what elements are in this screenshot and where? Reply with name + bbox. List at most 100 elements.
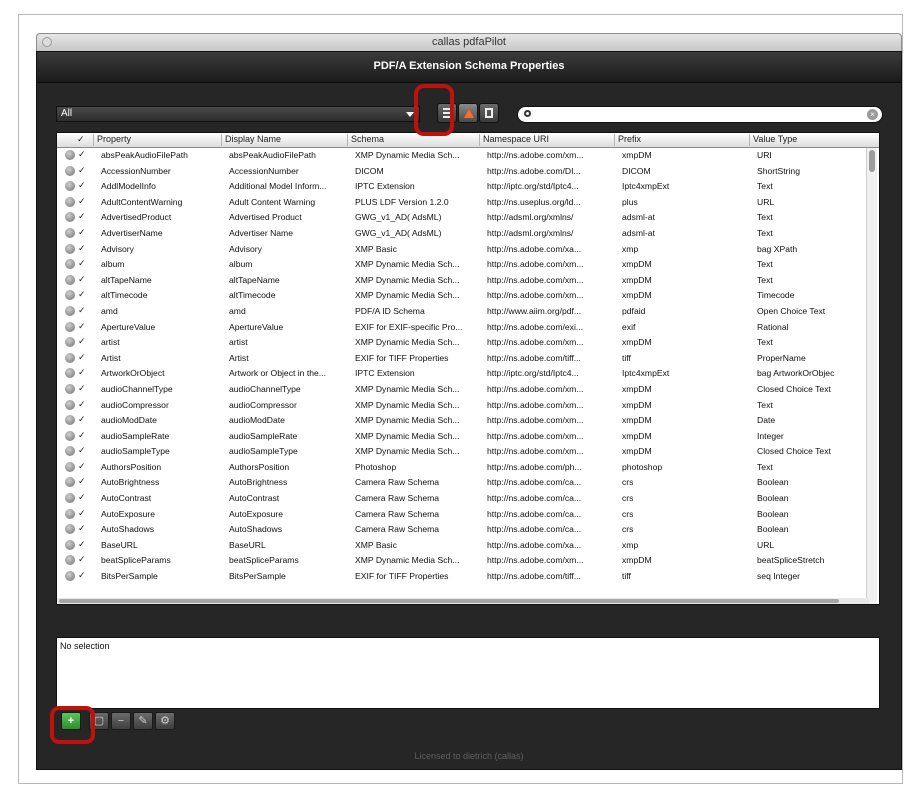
checkmark-icon[interactable]: ✓ xyxy=(78,258,86,269)
checkmark-icon[interactable]: ✓ xyxy=(78,243,86,254)
table-cell: Iptc4xmpExt xyxy=(622,368,670,379)
checkmark-icon[interactable]: ✓ xyxy=(78,211,86,222)
property-status-icon xyxy=(65,555,75,566)
checkmark-icon[interactable]: ✓ xyxy=(78,445,86,456)
checkmark-icon[interactable]: ✓ xyxy=(78,523,86,534)
checkmark-icon[interactable]: ✓ xyxy=(78,305,86,316)
table-row[interactable]: ✓ Advisory Advisory XMP Basic http://ns.adob… xyxy=(57,242,867,258)
checkmark-icon[interactable]: ✓ xyxy=(78,196,86,207)
column-header[interactable]: Namespace URI xyxy=(479,134,616,146)
column-header[interactable]: Property xyxy=(93,134,223,146)
checkmark-icon[interactable]: ✓ xyxy=(78,492,86,503)
column-header[interactable]: Prefix xyxy=(614,134,751,146)
table-cell: audioSampleType xyxy=(101,446,170,457)
table-cell: http://ns.adobe.com/xm... xyxy=(487,383,584,394)
table-cell: crs xyxy=(622,508,634,519)
table-row[interactable]: ✓ altTapeName altTapeName XMP Dynamic Media… xyxy=(57,273,867,289)
checkmark-icon[interactable]: ✓ xyxy=(78,539,86,550)
checkmark-icon[interactable]: ✓ xyxy=(78,227,86,238)
checkmark-icon[interactable]: ✓ xyxy=(78,274,86,285)
table-row[interactable]: ✓ Artist Artist EXIF for TIFF Properties htt… xyxy=(57,351,867,367)
table-cell: http://ns.adobe.com/xm... xyxy=(487,399,584,410)
remove-button[interactable]: − xyxy=(111,712,131,730)
table-cell: http://ns.adobe.com/xm... xyxy=(487,150,584,160)
settings-button[interactable]: ⚙ xyxy=(155,712,175,730)
property-status-icon xyxy=(65,150,75,160)
checkmark-icon[interactable]: ✓ xyxy=(78,570,86,581)
table-row[interactable]: ✓ ArtworkOrObject Artwork or Object in the… xyxy=(57,366,867,382)
table-row[interactable]: ✓ ApertureValue ApertureValue EXIF for EXIF… xyxy=(57,320,867,336)
table-cell: Date xyxy=(757,415,776,426)
table-row[interactable]: ✓ AdvertisedProduct Advertised Product GWG_… xyxy=(57,210,867,226)
table-row[interactable]: ✓ album album XMP Dynamic Media Sch... http:… xyxy=(57,257,867,273)
checkmark-icon[interactable]: ✓ xyxy=(78,414,86,425)
table-row[interactable]: ✓ audioChannelType audioChannelType XMP Dyn… xyxy=(57,382,867,398)
table-row[interactable]: ✓ amd amd PDF/A ID Schema http://www.aiim.or… xyxy=(57,304,867,320)
table-row[interactable]: ✓ audioCompressor audioCompressor XMP Dynam… xyxy=(57,398,867,414)
column-header[interactable]: Schema xyxy=(347,134,481,146)
checkmark-icon[interactable]: ✓ xyxy=(78,476,86,487)
table-row[interactable]: ✓ absPeakAudioFilePath absPeakAudioFilePat… xyxy=(57,148,867,164)
property-status-icon xyxy=(65,165,75,176)
checkmark-icon[interactable]: ✓ xyxy=(78,149,86,160)
table-row[interactable]: ✓ AutoContrast AutoContrast Camera Raw Sche… xyxy=(57,491,867,507)
table-row[interactable]: ✓ artist artist XMP Dynamic Media Sch... htt… xyxy=(57,335,867,351)
table-row[interactable]: ✓ audioSampleRate audioSampleRate XMP Dynam… xyxy=(57,429,867,445)
checkmark-icon[interactable]: ✓ xyxy=(78,508,86,519)
table-cell: Camera Raw Schema xyxy=(355,477,440,488)
license-footer: Licensed to dietrich (callas) xyxy=(414,751,524,761)
table-row[interactable]: ✓ AccessionNumber AccessionNumber DICOM http… xyxy=(57,164,867,180)
column-header[interactable]: Value Type xyxy=(749,134,858,146)
horizontal-scrollbar[interactable] xyxy=(57,598,869,604)
table-cell: http://iptc.org/std/Iptc4... xyxy=(487,368,579,379)
table-row[interactable]: ✓ BaseURL BaseURL XMP Basic http://ns.adobe.… xyxy=(57,538,867,554)
table-cell: http://ns.adobe.com/xm... xyxy=(487,415,584,426)
vertical-scrollbar[interactable] xyxy=(866,148,877,604)
checkmark-icon[interactable]: ✓ xyxy=(78,554,86,565)
checkmark-icon[interactable]: ✓ xyxy=(78,165,86,176)
property-status-icon xyxy=(65,477,75,488)
table-cell: photoshop xyxy=(622,461,663,472)
table-cell: Boolean xyxy=(757,508,789,519)
table-cell: http://ns.adobe.com/ca... xyxy=(487,493,582,504)
table-row[interactable]: ✓ AdultContentWarning Adult Content Warnin… xyxy=(57,195,867,211)
table-row[interactable]: ✓ AutoExposure AutoExposure Camera Raw Sche… xyxy=(57,507,867,523)
table-row[interactable]: ✓ beatSpliceParams beatSpliceParams XMP Dyn… xyxy=(57,553,867,569)
checkmark-icon[interactable]: ✓ xyxy=(78,321,86,332)
table-cell: XMP Dynamic Media Sch... xyxy=(355,337,460,348)
checkmark-icon[interactable]: ✓ xyxy=(78,383,86,394)
table-row[interactable]: ✓ audioSampleType audioSampleType XMP Dynam… xyxy=(57,444,867,460)
table-cell: exif xyxy=(622,321,636,332)
column-header[interactable]: Display Name xyxy=(221,134,349,146)
checkmark-icon[interactable]: ✓ xyxy=(78,289,86,300)
clear-search-icon[interactable]: × xyxy=(867,109,878,120)
table-row[interactable]: ✓ AutoShadows AutoShadows Camera Raw Schema… xyxy=(57,522,867,538)
table-cell: tiff xyxy=(622,352,631,363)
checkmark-icon[interactable]: ✓ xyxy=(78,336,86,347)
edit-button[interactable]: ✎ xyxy=(133,712,153,730)
move-up-button[interactable] xyxy=(458,103,478,123)
table-row[interactable]: ✓ AutoBrightness AutoBrightness Camera Raw … xyxy=(57,475,867,491)
detail-view-button[interactable] xyxy=(479,103,499,123)
table-row[interactable]: ✓ AddlModelInfo Additional Model Inform...… xyxy=(57,179,867,195)
table-row[interactable]: ✓ AdvertiserName Advertiser Name GWG_v1_AD(… xyxy=(57,226,867,242)
scroll-thumb[interactable] xyxy=(59,599,839,603)
table-row[interactable]: ✓ altTimecode altTimecode XMP Dynamic Media… xyxy=(57,288,867,304)
table-row[interactable]: ✓ audioModDate audioModDate XMP Dynamic Med… xyxy=(57,413,867,429)
checkmark-icon[interactable]: ✓ xyxy=(78,352,86,363)
checkmark-icon[interactable]: ✓ xyxy=(78,399,86,410)
checkmark-icon[interactable]: ✓ xyxy=(78,461,86,472)
checkmark-icon[interactable]: ✓ xyxy=(78,180,86,191)
table-row[interactable]: ✓ BitsPerSample BitsPerSample EXIF for TIFF… xyxy=(57,569,867,585)
table-cell: http://ns.adobe.com/exi... xyxy=(487,321,584,332)
filter-select[interactable]: All xyxy=(56,106,420,122)
search-field[interactable]: × xyxy=(517,106,883,123)
checkmark-icon[interactable]: ✓ xyxy=(78,430,86,441)
column-header[interactable]: ✓ xyxy=(77,134,91,145)
scroll-thumb[interactable] xyxy=(869,150,875,172)
checkmark-icon[interactable]: ✓ xyxy=(78,367,86,378)
table-cell: audioCompressor xyxy=(101,399,169,410)
table-cell: audioSampleRate xyxy=(101,430,170,441)
table-cell: AutoBrightness xyxy=(101,477,160,488)
table-row[interactable]: ✓ AuthorsPosition AuthorsPosition Photoshop… xyxy=(57,460,867,476)
